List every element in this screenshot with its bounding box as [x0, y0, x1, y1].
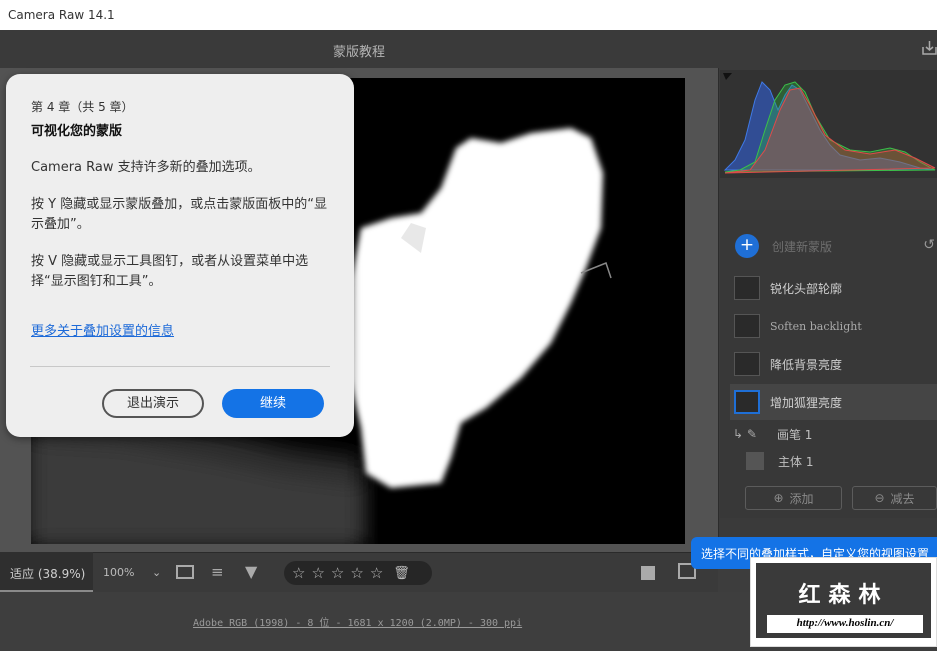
chevron-down-icon: ⌄: [151, 566, 162, 579]
dialog-chapter: 第 4 章（共 5 章）: [31, 100, 134, 114]
window-title: Camera Raw 14.1: [8, 8, 115, 22]
mask-item-2[interactable]: 降低背景亮度: [730, 346, 937, 382]
exit-demo-button[interactable]: 退出演示: [102, 389, 204, 418]
mask-item-label: 锐化头部轮廓: [770, 281, 843, 296]
mask-component-subject[interactable]: 主体 1: [730, 448, 937, 474]
brush-icon: ↳ ✎: [733, 427, 757, 441]
subject-icon: [746, 452, 764, 470]
add-icon: ⊕: [773, 491, 784, 505]
watermark-logo: 红森林 http://www.hoslin.cn/: [750, 557, 937, 647]
dialog-title: 可视化您的蒙版: [31, 124, 123, 139]
continue-button[interactable]: 继续: [222, 389, 324, 418]
mask-item-3-selected[interactable]: 增加狐狸亮度: [730, 384, 937, 420]
fullscreen-icon[interactable]: [641, 566, 655, 580]
watermark-url: http://www.hoslin.cn/: [767, 615, 923, 633]
top-bar: 蒙版教程: [0, 30, 937, 68]
shadow-clipping-icon[interactable]: [723, 73, 732, 80]
create-new-mask-label: 创建新蒙版: [772, 239, 833, 254]
star-icon[interactable]: ☆: [311, 564, 324, 582]
dialog-paragraph-1: Camera Raw 支持许多新的叠加选项。: [31, 160, 261, 175]
component-label: 主体 1: [778, 454, 814, 469]
histogram: [720, 70, 937, 178]
watermark-title: 红森林: [798, 582, 889, 608]
tutorial-title: 蒙版教程: [333, 45, 386, 60]
dialog-paragraph-2: 按 Y 隐藏或显示蒙版叠加，或点击蒙版面板中的“显示叠加”。: [31, 197, 327, 232]
star-icon[interactable]: ☆: [331, 564, 344, 582]
sort-icon[interactable]: ≡: [211, 563, 224, 581]
mask-item-0[interactable]: 锐化头部轮廓: [730, 270, 937, 306]
undo-icon[interactable]: ↺: [923, 237, 935, 253]
mask-thumbnail: [734, 314, 760, 338]
fit-zoom-button[interactable]: 适应 (38.9%): [0, 552, 93, 592]
mask-thumbnail: [734, 276, 760, 300]
create-new-mask-row[interactable]: + 创建新蒙版 ↺: [730, 228, 937, 264]
star-icon[interactable]: ☆: [350, 564, 363, 582]
window-title-bar: Camera Raw 14.1: [0, 0, 937, 30]
trash-icon[interactable]: 🗑: [393, 566, 410, 581]
mask-item-label: Soften backlight: [770, 319, 862, 333]
mask-item-label: 增加狐狸亮度: [770, 395, 843, 410]
zoom-100-button[interactable]: 100% ⌄: [103, 566, 161, 579]
star-rating[interactable]: ☆ ☆ ☆ ☆ ☆ 🗑: [284, 561, 432, 585]
subtract-button[interactable]: ⊖ 减去: [852, 486, 937, 510]
overlay-settings-link[interactable]: 更多关于叠加设置的信息: [31, 320, 174, 339]
add-button[interactable]: ⊕ 添加: [745, 486, 842, 510]
star-icon[interactable]: ☆: [292, 564, 305, 582]
component-label: 画笔 1: [776, 427, 813, 442]
export-icon[interactable]: [922, 40, 937, 55]
mask-component-brush[interactable]: ↳ ✎ 画笔 1: [730, 421, 937, 447]
image-icon[interactable]: [176, 565, 194, 579]
mask-item-1[interactable]: Soften backlight: [730, 308, 937, 344]
mask-item-label: 降低背景亮度: [770, 357, 843, 372]
filter-icon[interactable]: ▼: [245, 562, 257, 581]
dialog-paragraph-3: 按 V 隐藏或显示工具图钉，或者从设置菜单中选择“显示图钉和工具”。: [31, 254, 309, 289]
mask-thumbnail: [734, 352, 760, 376]
image-info-link[interactable]: Adobe RGB (1998) - 8 位 - 1681 x 1200 (2.…: [193, 614, 522, 629]
subtract-icon: ⊖: [874, 491, 885, 505]
star-icon[interactable]: ☆: [370, 564, 383, 582]
tutorial-dialog: 第 4 章（共 5 章） 可视化您的蒙版 Camera Raw 支持许多新的叠加…: [6, 74, 354, 437]
dialog-divider: [30, 366, 330, 367]
mask-thumbnail: [734, 390, 760, 414]
plus-circle-icon[interactable]: +: [735, 234, 759, 258]
